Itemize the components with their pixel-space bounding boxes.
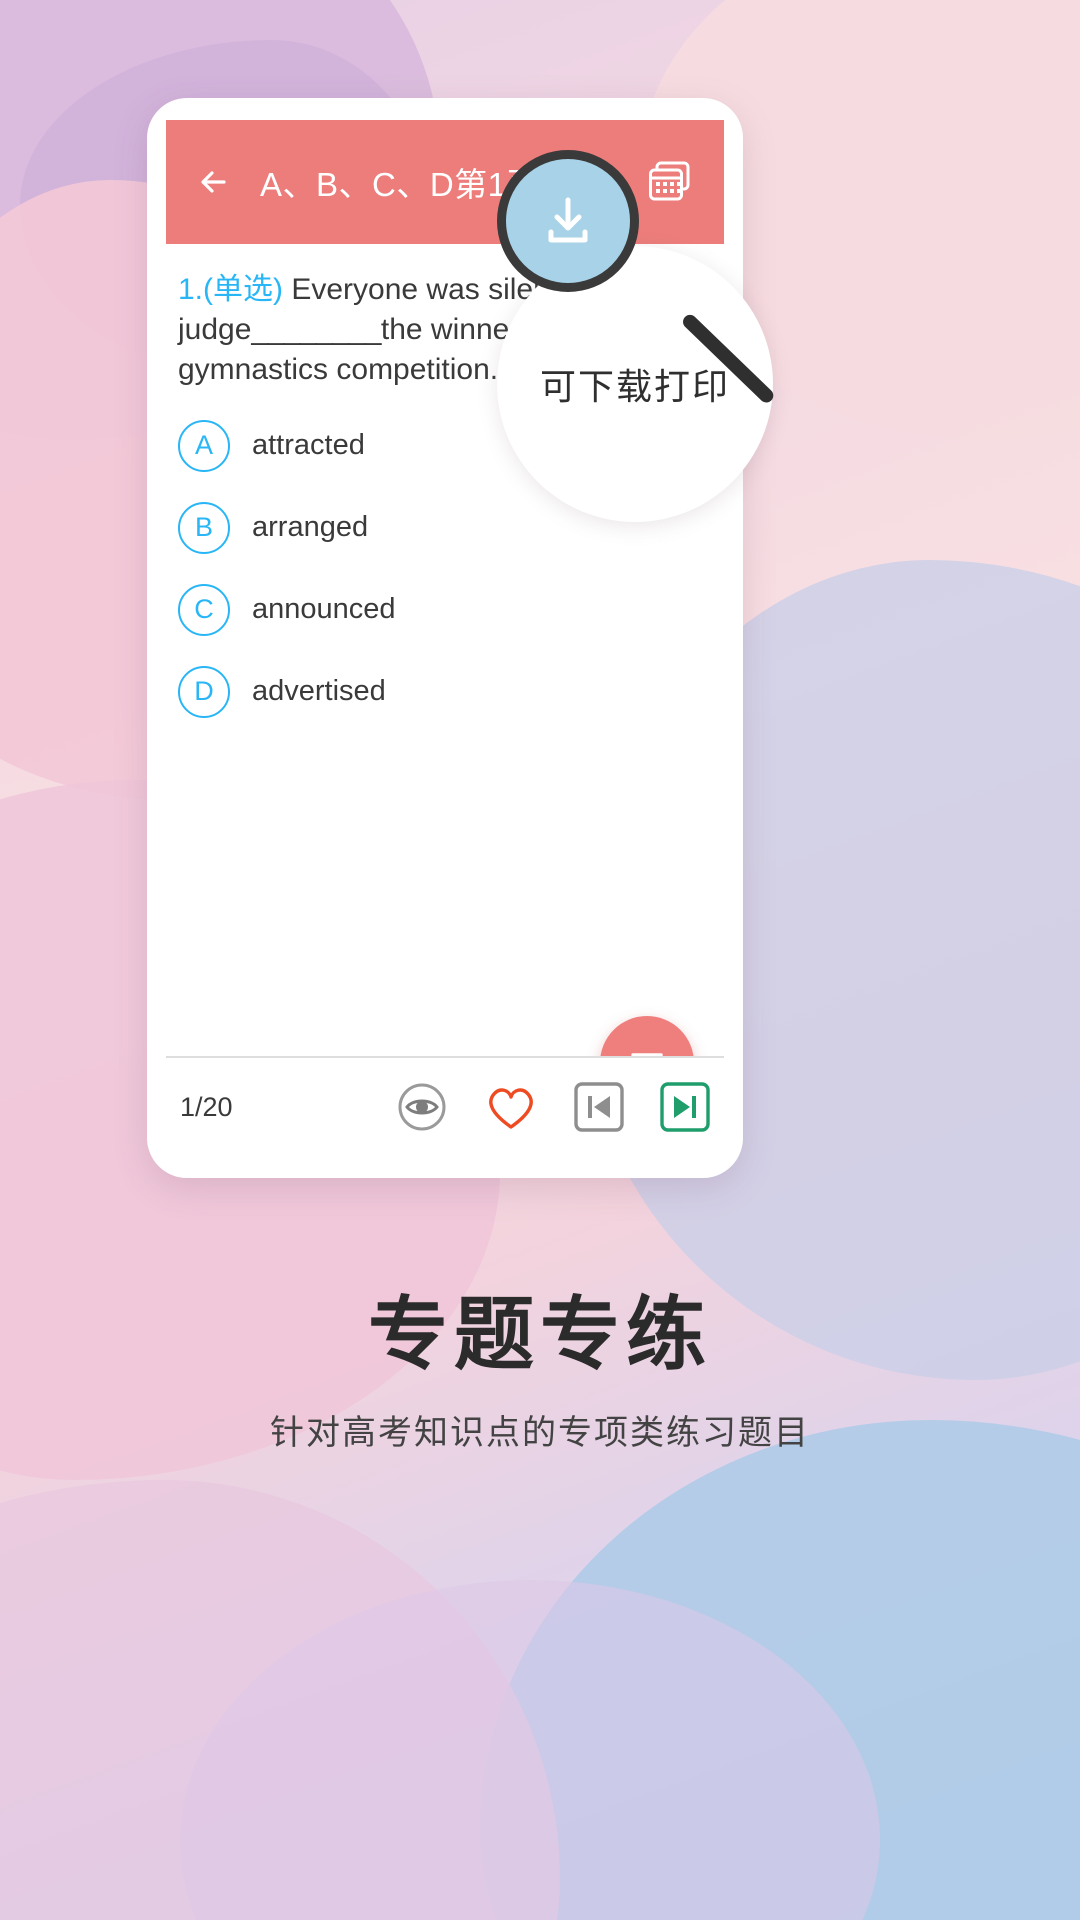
page-indicator: 1/20 — [180, 1091, 233, 1122]
option-row-c[interactable]: C announced — [178, 583, 712, 636]
bottom-toolbar: 1/20 — [166, 1056, 724, 1156]
option-label-a: attracted — [252, 429, 365, 462]
callout-bubble: 可下载打印 — [497, 246, 773, 522]
skip-next-icon[interactable] — [660, 1082, 710, 1132]
promo-subhead: 针对高考知识点的专项类练习题目 — [270, 1414, 810, 1452]
back-arrow-icon[interactable] — [192, 159, 238, 205]
option-label-c: announced — [252, 593, 396, 626]
heart-icon[interactable] — [484, 1082, 538, 1132]
magnifier-callout: 可下载打印 — [497, 150, 797, 522]
option-badge-a: A — [178, 419, 230, 472]
promo-headline: 专题专练 — [368, 1290, 712, 1379]
option-label-d: advertised — [252, 675, 386, 708]
option-badge-c: C — [178, 583, 230, 636]
option-badge-b: B — [178, 501, 230, 554]
question-number-label: 1.(单选) — [178, 273, 283, 306]
magnifier-lens — [497, 150, 639, 292]
option-badge-d: D — [178, 665, 230, 718]
skip-previous-icon[interactable] — [574, 1082, 624, 1132]
download-icon — [537, 190, 599, 252]
eye-icon[interactable] — [396, 1081, 448, 1133]
option-row-d[interactable]: D advertised — [178, 665, 712, 718]
question-blank: ________ — [251, 312, 381, 346]
callout-bubble-text: 可下载打印 — [539, 366, 730, 407]
option-label-b: arranged — [252, 511, 369, 544]
